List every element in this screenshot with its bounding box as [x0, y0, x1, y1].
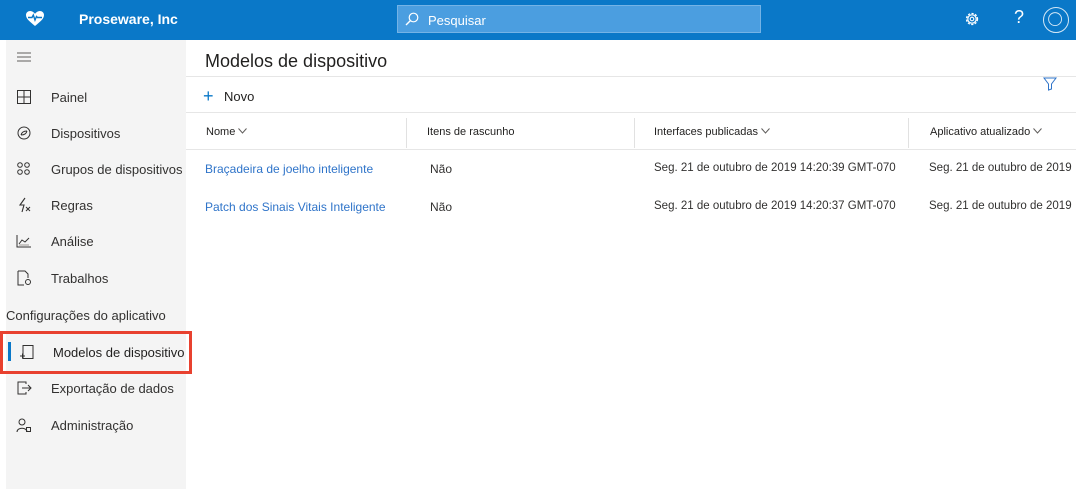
analytics-icon [16, 235, 31, 248]
device-groups-icon [17, 162, 30, 175]
sidebar-item-label: Trabalhos [51, 271, 109, 286]
sidebar-item-label: Regras [51, 198, 93, 213]
sidebar-item-administracao[interactable]: Administração [6, 407, 186, 443]
column-header-itens[interactable]: Itens de rascunho [427, 126, 514, 138]
column-header-label: Itens de rascunho [427, 126, 515, 138]
devices-icon [17, 126, 31, 140]
table-cell: Seg. 21 de outubro de 2019 [929, 200, 1072, 212]
sidebar-item-label: Análise [51, 234, 94, 249]
help-icon[interactable]: ? [1012, 7, 1026, 28]
column-separator[interactable] [908, 118, 909, 148]
sidebar-item-label: Administração [51, 418, 134, 433]
sidebar-item-painel[interactable]: Painel [6, 79, 186, 115]
data-export-icon [17, 381, 32, 395]
sidebar-section-title: Configurações do aplicativo [6, 308, 166, 323]
hamburger-icon[interactable] [17, 52, 31, 62]
sidebar-item-grupos[interactable]: Grupos de dispositivos [6, 151, 186, 187]
administration-icon [16, 418, 31, 433]
gear-icon[interactable] [963, 10, 981, 28]
top-bar: Proseware, Inc Pesquisar ? [0, 0, 1076, 40]
table-cell: Não [430, 200, 453, 214]
table-cell: Seg. 21 de outubro de 2019 14:20:37 GMT-… [654, 200, 896, 212]
sidebar-item-label: Exportação de dados [51, 381, 174, 396]
column-separator[interactable] [634, 118, 635, 148]
sidebar: Painel Dispositivos Grupos de dispositiv… [6, 40, 186, 489]
sidebar-item-dispositivos[interactable]: Dispositivos [6, 115, 186, 151]
highlight-annotation [0, 331, 192, 374]
jobs-icon [17, 270, 31, 286]
page-title: Modelos de dispositivo [205, 51, 388, 71]
heart-pulse-icon [26, 11, 44, 26]
table-cell: Seg. 21 de outubro de 2019 [929, 162, 1072, 174]
divider [186, 76, 1076, 77]
column-header-interfaces[interactable]: Interfaces publicadas [654, 126, 770, 138]
chevron-down-icon [238, 128, 248, 134]
avatar-icon [1048, 12, 1062, 26]
sidebar-item-regras[interactable]: Regras [6, 187, 186, 223]
search-box[interactable]: Pesquisar [397, 5, 761, 33]
chevron-down-icon [1033, 128, 1043, 134]
table-cell: Não [430, 162, 453, 176]
new-button-label: Novo [224, 89, 255, 104]
column-header-aplicativo[interactable]: Aplicativo atualizado [930, 126, 1043, 138]
dashboard-icon [17, 90, 31, 104]
search-icon [405, 12, 419, 26]
sidebar-item-trabalhos[interactable]: Trabalhos [6, 260, 186, 296]
divider [186, 149, 1076, 150]
filter-icon[interactable] [1043, 77, 1057, 91]
chevron-down-icon [761, 128, 770, 134]
sidebar-item-analise[interactable]: Análise [6, 223, 186, 259]
plus-icon: + [203, 86, 214, 106]
template-name-link[interactable]: Braçadeira de joelho inteligente [205, 162, 405, 176]
table-cell: Seg. 21 de outubro de 2019 14:20:39 GMT-… [654, 162, 896, 174]
template-name-link[interactable]: Patch dos Sinais Vitais Inteligente [205, 200, 405, 214]
rules-icon [18, 197, 31, 213]
divider [186, 112, 1076, 113]
column-header-label: Nome [206, 126, 236, 138]
column-header-nome[interactable]: Nome [206, 126, 248, 138]
sidebar-item-label: Grupos de dispositivos [51, 162, 183, 177]
app-brand[interactable]: Proseware, Inc [79, 11, 178, 27]
sidebar-item-exportacao[interactable]: Exportação de dados [6, 370, 186, 406]
search-input[interactable]: Pesquisar [428, 13, 486, 28]
sidebar-item-label: Dispositivos [51, 126, 121, 141]
column-header-label: Interfaces publicadas [654, 126, 758, 138]
sidebar-item-label: Painel [51, 90, 88, 105]
column-separator[interactable] [406, 118, 407, 148]
avatar[interactable] [1043, 7, 1069, 33]
column-header-label: Aplicativo atualizado [930, 126, 1031, 138]
